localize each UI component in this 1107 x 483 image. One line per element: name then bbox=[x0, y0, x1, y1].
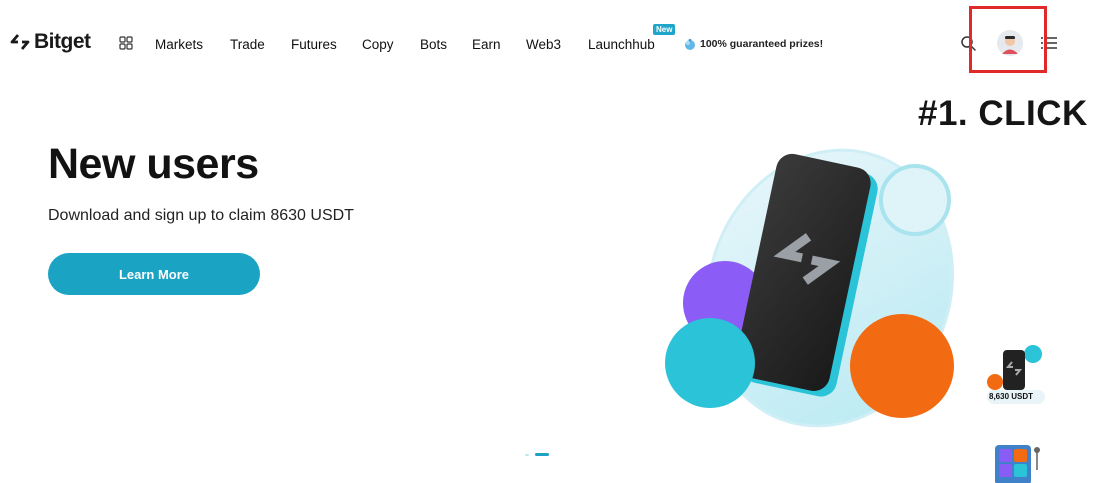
nav-earn[interactable]: Earn bbox=[472, 37, 501, 52]
hero-title: New users bbox=[48, 140, 259, 188]
promo-text: 100% guaranteed prizes! bbox=[700, 38, 824, 50]
top-nav-bar: Bitget Markets Trade Futures Copy Bots E… bbox=[0, 0, 1107, 88]
carousel-pager[interactable] bbox=[525, 453, 549, 457]
hero-subtitle: Download and sign up to claim 8630 USDT bbox=[48, 207, 354, 224]
promo-link[interactable]: 100% guaranteed prizes! bbox=[683, 37, 823, 51]
learn-more-button[interactable]: Learn More bbox=[48, 253, 260, 295]
nav-markets[interactable]: Markets bbox=[155, 37, 203, 52]
bitget-logo-icon bbox=[10, 34, 30, 50]
reward-widget-amount: 8,630 USDT bbox=[989, 392, 1034, 401]
apps-grid-icon[interactable] bbox=[119, 36, 133, 50]
nav-copy[interactable]: Copy bbox=[362, 37, 394, 52]
nav-trade[interactable]: Trade bbox=[230, 37, 265, 52]
highlight-box bbox=[969, 6, 1047, 73]
prize-icon bbox=[685, 38, 695, 50]
annotation-label: #1. CLICK bbox=[918, 94, 1088, 133]
nav-bots[interactable]: Bots bbox=[420, 37, 447, 52]
bitget-logo[interactable]: Bitget bbox=[10, 30, 91, 54]
nav-futures[interactable]: Futures bbox=[291, 37, 337, 52]
new-badge: New bbox=[653, 24, 676, 35]
nav-web3[interactable]: Web3 bbox=[526, 37, 561, 52]
slot-machine-widget[interactable] bbox=[985, 440, 1047, 483]
nav-launchhub[interactable]: Launchhub bbox=[588, 37, 655, 52]
hero-phone-illustration bbox=[665, 148, 955, 428]
brand-name: Bitget bbox=[34, 30, 91, 53]
